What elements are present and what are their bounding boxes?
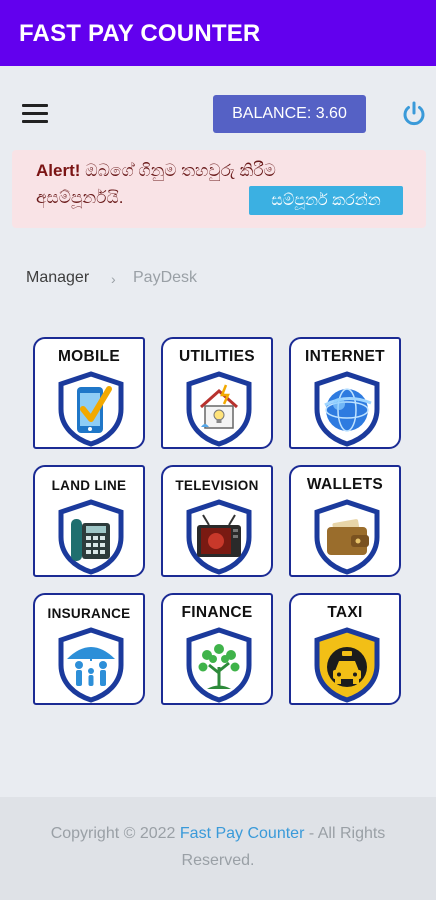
breadcrumb-paydesk: PayDesk [133, 269, 198, 286]
landline-phone-icon [58, 499, 124, 575]
copyright-text: Copyright © 2022 Fast Pay Counter - All … [16, 820, 420, 874]
alert-strong-label: Alert! [36, 161, 81, 180]
service-tile-taxi[interactable]: TAXI [289, 593, 401, 705]
wallet-icon [314, 499, 380, 575]
internet-icon [314, 371, 380, 447]
money-tree-icon [186, 627, 252, 703]
taxi-icon [314, 627, 380, 703]
service-tile-mobile[interactable]: MOBILE [33, 337, 145, 449]
complete-verification-button[interactable]: සම්පූර්න කරන්න [249, 186, 403, 215]
copyright-prefix: Copyright © 2022 [50, 825, 180, 842]
balance-button[interactable]: BALANCE: 3.60 [213, 95, 366, 133]
power-logout-icon[interactable] [400, 100, 428, 128]
footer: Copyright © 2022 Fast Pay Counter - All … [0, 797, 436, 900]
service-tile-television[interactable]: TELEVISION [161, 465, 273, 577]
alert-text: ඔබගේ ගිනුම තහවුරු කිරීම [85, 161, 276, 180]
service-label: WALLETS [306, 476, 384, 493]
fast-pay-counter-link[interactable]: Fast Pay Counter [180, 825, 305, 842]
service-label: UTILITIES [179, 348, 255, 365]
service-label: TELEVISION [175, 478, 259, 493]
service-label: INSURANCE [47, 606, 131, 621]
service-tile-wallets[interactable]: WALLETS [289, 465, 401, 577]
alert-message-line1: Alert! ඔබගේ ගිනුම තහවුරු කිරීම [36, 161, 276, 181]
service-tile-finance[interactable]: FINANCE [161, 593, 273, 705]
service-tile-land-line[interactable]: LAND LINE [33, 465, 145, 577]
service-label: INTERNET [305, 348, 385, 365]
service-tile-insurance[interactable]: INSURANCE [33, 593, 145, 705]
breadcrumb-separator: › [111, 271, 116, 287]
service-label: TAXI [327, 604, 363, 621]
service-label: MOBILE [57, 348, 121, 365]
service-tile-utilities[interactable]: UTILITIES [161, 337, 273, 449]
mobile-icon [58, 371, 124, 447]
insurance-umbrella-icon [58, 627, 124, 703]
alert-message-line2: අසම්පූර්නයි. [36, 188, 124, 207]
service-label: FINANCE [181, 604, 253, 621]
breadcrumb-manager[interactable]: Manager [26, 269, 89, 287]
television-icon [186, 499, 252, 575]
app-title: FAST PAY COUNTER [19, 20, 261, 47]
service-label: LAND LINE [51, 478, 127, 493]
app-bar: FAST PAY COUNTER [0, 0, 436, 66]
service-tile-internet[interactable]: INTERNET [289, 337, 401, 449]
utilities-icon [186, 371, 252, 447]
alert-box: Alert! ඔබගේ ගිනුම තහවුරු කිරීම අසම්පූර්න… [12, 150, 426, 228]
hamburger-menu-icon[interactable] [22, 104, 48, 124]
